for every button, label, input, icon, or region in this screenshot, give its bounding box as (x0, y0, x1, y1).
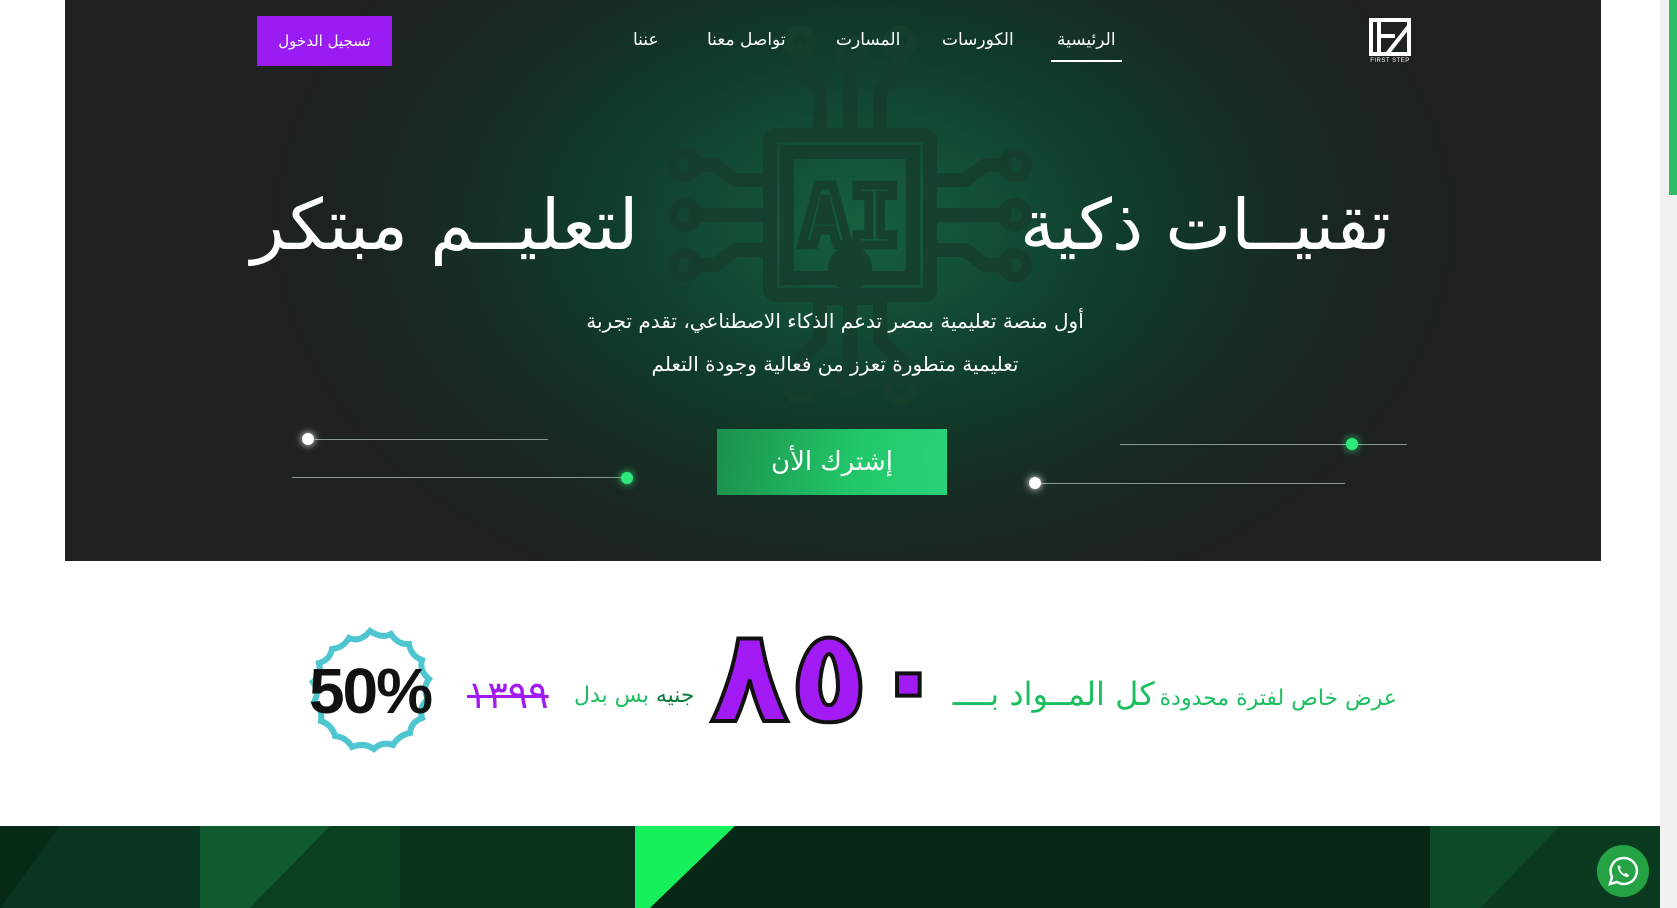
hero-description-line1: أول منصة تعليمية بمصر تدعم الذكاء الاصطن… (586, 309, 1084, 333)
offer-section: 50% ١٣٩٩ جنيه بس بدل ٨٥٠ عرض خاص لفترة م… (0, 561, 1660, 826)
nav-link-home[interactable]: الرئيسية (1051, 30, 1122, 62)
offer-big-text: كل المــواد بــــ (952, 675, 1155, 713)
whatsapp-icon (1608, 856, 1639, 886)
instead-of-text: جنيه بس بدل (574, 683, 695, 708)
deco-line (308, 439, 548, 440)
deco-line (1035, 483, 1345, 484)
deco-dot (1029, 477, 1041, 489)
top-navbar: FIRST STEP الرئيسية الكورسات المسارت توا… (65, 0, 1601, 80)
new-price: ٨٥٠ (708, 599, 949, 753)
hero-description: أول منصة تعليمية بمصر تدعم الذكاء الاصطن… (510, 300, 1160, 386)
whatsapp-button[interactable] (1597, 845, 1649, 897)
offer-headline: عرض خاص لفترة محدودة كل المــواد بــــ (953, 675, 1397, 713)
deco-dot (621, 472, 633, 484)
hero-description-line2: تعليمية متطورة تعزز من فعالية وجودة التع… (651, 352, 1019, 376)
bottom-banner (0, 826, 1660, 908)
hero-title: تقنيــات ذكية لتعليــم مبتكر (65, 180, 1601, 270)
instead-label: بس بدل (574, 683, 649, 708)
deco-dot (302, 433, 314, 445)
badge-text: 50% (308, 655, 433, 727)
deco-line (292, 477, 627, 478)
subscribe-button[interactable]: إشترك الأن (717, 429, 947, 495)
nav-link-contact[interactable]: تواصل معنا (707, 30, 786, 50)
login-button[interactable]: تسجيل الدخول (257, 16, 392, 66)
page-scrollbar[interactable] (1660, 0, 1677, 908)
deco-dot (1346, 438, 1358, 450)
old-price: ١٣٩٩ (467, 673, 549, 717)
discount-badge: 50% (290, 611, 450, 771)
nav-link-courses[interactable]: الكورسات (942, 30, 1014, 50)
currency-label: جنيه (655, 683, 695, 708)
nav-link-tracks[interactable]: المسارت (836, 30, 900, 50)
banner-pattern (0, 826, 1660, 908)
nav-link-about[interactable]: عننا (633, 30, 659, 50)
scrollbar-thumb[interactable] (1669, 0, 1677, 195)
hero-title-left: لتعليــم مبتكر (251, 184, 639, 266)
deco-line (1120, 444, 1407, 445)
hero-section: AI FIRST STEP الرئيسية الكورسات المسارت … (65, 0, 1601, 561)
offer-small-text: عرض خاص لفترة محدودة (1159, 686, 1397, 711)
hero-title-right: تقنيــات ذكية (1020, 184, 1391, 266)
